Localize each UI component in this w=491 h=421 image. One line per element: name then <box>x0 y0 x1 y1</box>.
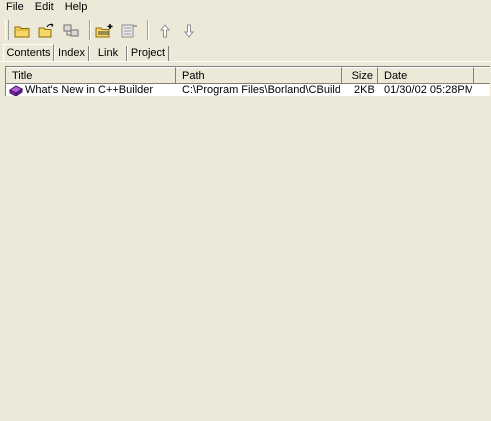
file-list[interactable]: Title Path Size Date What's New in C++Bu… <box>5 66 490 96</box>
open-folder-icon <box>14 26 30 37</box>
tab-index[interactable]: Index <box>54 46 89 61</box>
remove-file-icon <box>121 24 137 37</box>
open-recent-icon <box>38 22 54 37</box>
tab-project[interactable]: Project <box>127 46 169 61</box>
open-recent-button[interactable] <box>36 20 58 41</box>
column-header-filler <box>474 67 490 84</box>
tab-baseline <box>0 61 491 62</box>
row-size: 2KB <box>354 84 375 96</box>
menu-file[interactable]: File <box>0 0 29 14</box>
menu-bar: File Edit Help <box>0 0 491 14</box>
add-file-button[interactable] <box>94 20 116 41</box>
toolbar-grip[interactable] <box>5 20 9 40</box>
network-open-icon <box>63 24 79 36</box>
tab-strip: Contents Index Link Project <box>0 44 491 62</box>
move-up-icon <box>159 23 171 37</box>
column-header-title[interactable]: Title <box>6 67 176 84</box>
move-down-button[interactable] <box>178 20 200 41</box>
toolbar <box>0 17 491 43</box>
network-open-button[interactable] <box>61 20 83 41</box>
column-header-date[interactable]: Date <box>378 67 474 84</box>
tab-link[interactable]: Link <box>89 46 127 61</box>
toolbar-separator <box>89 20 91 40</box>
tab-contents[interactable]: Contents <box>3 44 54 62</box>
toolbar-separator <box>147 20 149 40</box>
add-file-icon <box>95 23 113 37</box>
row-path: C:\Program Files\Borland\CBuilde <box>182 84 340 96</box>
list-header: Title Path Size Date <box>6 67 490 84</box>
list-item[interactable]: What's New in C++Builder C:\Program File… <box>6 84 490 96</box>
row-date: 01/30/02 05:28PM <box>384 84 472 96</box>
column-header-size[interactable]: Size <box>342 67 378 84</box>
move-up-button[interactable] <box>154 20 176 41</box>
move-down-icon <box>183 24 195 38</box>
open-folder-button[interactable] <box>12 20 34 41</box>
help-book-icon <box>9 85 23 96</box>
row-title: What's New in C++Builder <box>25 84 154 96</box>
menu-help[interactable]: Help <box>59 0 93 14</box>
column-header-path[interactable]: Path <box>176 67 342 84</box>
remove-file-button[interactable] <box>119 20 141 41</box>
menu-edit[interactable]: Edit <box>29 0 59 14</box>
